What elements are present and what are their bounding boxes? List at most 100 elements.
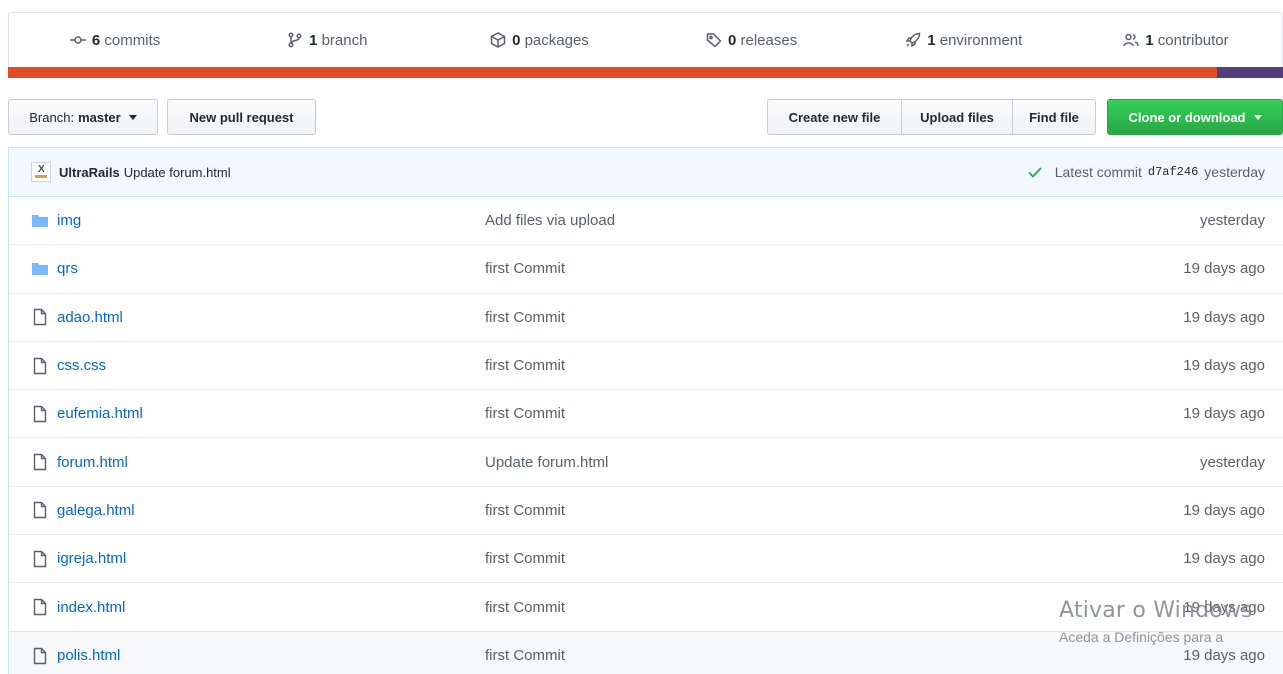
file-icon [33, 357, 47, 374]
file-actions-group: Create new file Upload files Find file [767, 99, 1096, 135]
stat-contributors[interactable]: 1 contributor [1070, 32, 1282, 49]
file-name-link[interactable]: igreja.html [57, 550, 485, 567]
branch-select-button[interactable]: Branch: master [8, 99, 158, 135]
file-age: 19 days ago [1183, 647, 1265, 665]
file-name-link[interactable]: polis.html [57, 647, 485, 664]
file-commit-message[interactable]: first Commit [485, 405, 565, 422]
stat-environment-count: 1 [927, 31, 936, 49]
file-name-link[interactable]: forum.html [57, 454, 485, 471]
table-row: eufemia.html first Commit 19 days ago [9, 390, 1283, 439]
file-commit-message[interactable]: Add files via upload [485, 212, 615, 229]
stat-commits-label: commits [104, 31, 161, 49]
table-row: css.css first Commit 19 days ago [9, 342, 1283, 391]
file-age: 19 days ago [1183, 308, 1265, 326]
file-name-link[interactable]: eufemia.html [57, 405, 485, 422]
file-age: 19 days ago [1183, 405, 1265, 423]
file-commit-message[interactable]: first Commit [485, 550, 565, 567]
file-commit-message[interactable]: first Commit [485, 647, 565, 664]
file-name-link[interactable]: css.css [57, 357, 485, 374]
language-segment[interactable] [8, 67, 1217, 78]
stat-branch-count: 1 [309, 31, 318, 49]
file-name-link[interactable]: galega.html [57, 502, 485, 519]
commit-time: yesterday [1204, 164, 1265, 180]
file-age: 19 days ago [1183, 598, 1265, 616]
commit-icon [69, 36, 86, 44]
stat-branch[interactable]: 1 branch [221, 32, 433, 49]
file-icon [33, 502, 47, 519]
folder-icon [32, 214, 48, 227]
caret-down-icon [128, 114, 137, 120]
language-segment[interactable] [1216, 67, 1283, 78]
table-row: index.html first Commit 19 days ago [9, 583, 1283, 632]
stat-branch-label: branch [321, 31, 368, 49]
branch-icon [288, 32, 302, 48]
stat-environment[interactable]: 1 environment [858, 32, 1070, 49]
commit-author[interactable]: UltraRails [59, 165, 120, 180]
avatar[interactable]: X [31, 162, 51, 182]
stat-releases[interactable]: 0 releases [646, 32, 858, 49]
folder-icon [32, 262, 48, 275]
repo-summary: 6 commits 1 branch 0 packages 0 releases… [8, 12, 1283, 78]
file-icon [33, 598, 47, 616]
file-name-link[interactable]: img [57, 212, 485, 229]
stat-releases-count: 0 [727, 31, 737, 49]
table-row: galega.html first Commit 19 days ago [9, 487, 1283, 536]
new-pull-request-button[interactable]: New pull request [167, 99, 316, 135]
file-commit-message[interactable]: first Commit [485, 260, 565, 277]
branch-prefix: Branch: [29, 109, 75, 125]
file-name-link[interactable]: index.html [57, 599, 485, 616]
stat-releases-label: releases [740, 31, 798, 49]
file-commit-message[interactable]: first Commit [485, 357, 565, 374]
latest-commit-info: Latest commit d7af246 yesterday [1027, 164, 1265, 180]
table-row: adao.html first Commit 19 days ago [9, 294, 1283, 342]
package-icon [490, 32, 506, 48]
file-age: 19 days ago [1183, 260, 1265, 278]
stat-packages[interactable]: 0 packages [433, 32, 645, 49]
commit-message[interactable]: Update forum.html [124, 165, 231, 180]
file-icon [33, 550, 47, 567]
file-commit-message[interactable]: first Commit [485, 502, 565, 519]
file-commit-message[interactable]: first Commit [485, 309, 565, 326]
find-file-button[interactable]: Find file [1012, 99, 1096, 135]
check-icon [1028, 167, 1042, 178]
file-age: 19 days ago [1183, 550, 1265, 568]
caret-down-icon [1253, 114, 1262, 120]
upload-files-button[interactable]: Upload files [901, 99, 1012, 135]
file-age: yesterday [1199, 212, 1265, 230]
file-list: img Add files via upload yesterday qrs first… [9, 197, 1283, 674]
stat-environment-label: environment [939, 31, 1023, 49]
table-row: qrs first Commit 19 days ago [9, 245, 1283, 294]
table-row: img Add files via upload yesterday [9, 197, 1283, 246]
stat-contributors-count: 1 [1145, 31, 1154, 49]
file-age: 19 days ago [1183, 357, 1265, 375]
stats-row: 6 commits 1 branch 0 packages 0 releases… [9, 13, 1282, 67]
commit-sha[interactable]: d7af246 [1148, 165, 1198, 179]
file-icon [33, 405, 47, 423]
stat-commits[interactable]: 6 commits [9, 32, 221, 49]
file-age: yesterday [1199, 453, 1265, 471]
clone-or-download-label: Clone or download [1128, 109, 1246, 125]
language-bar[interactable] [8, 67, 1283, 78]
file-icon [33, 453, 47, 471]
file-age: 19 days ago [1183, 501, 1265, 519]
stat-packages-count: 0 [512, 31, 521, 49]
file-commit-message[interactable]: Update forum.html [485, 454, 608, 471]
clone-or-download-button[interactable]: Clone or download [1107, 99, 1283, 135]
rocket-icon [905, 32, 921, 48]
people-icon [1123, 33, 1139, 47]
create-new-file-button[interactable]: Create new file [767, 99, 901, 135]
file-name-link[interactable]: qrs [57, 260, 485, 277]
file-commit-message[interactable]: first Commit [485, 599, 565, 616]
tag-icon [706, 33, 722, 48]
file-icon [33, 647, 47, 665]
stat-contributors-label: contributor [1157, 31, 1229, 49]
file-name-link[interactable]: adao.html [57, 309, 485, 326]
table-row: igreja.html first Commit 19 days ago [9, 535, 1283, 584]
table-row: polis.html first Commit 19 days ago [9, 631, 1283, 674]
file-table: X UltraRails Update forum.html Latest co… [8, 147, 1283, 674]
latest-commit-bar: X UltraRails Update forum.html Latest co… [9, 148, 1283, 197]
stat-commits-count: 6 [91, 31, 101, 49]
file-icon [33, 309, 47, 326]
stat-packages-label: packages [524, 31, 589, 49]
latest-commit-prefix: Latest commit [1054, 164, 1142, 180]
